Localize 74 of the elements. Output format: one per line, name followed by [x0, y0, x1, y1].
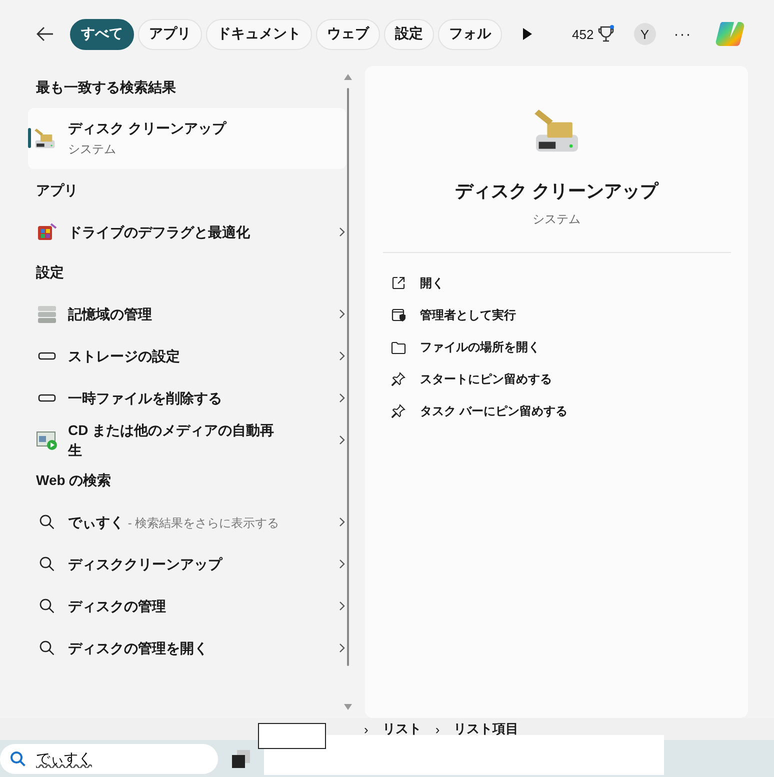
app-window-icon[interactable]: [232, 750, 250, 768]
breadcrumb-separator: ›: [364, 722, 368, 736]
result-label: 一時ファイルを削除する: [68, 389, 223, 408]
filter-tab[interactable]: フォル: [438, 18, 502, 50]
result-label: ディスクの管理を開く: [68, 639, 209, 658]
result-item[interactable]: 記憶域の管理: [28, 293, 346, 335]
chevron-right-icon: [338, 642, 346, 654]
result-title: ディスク クリーンアップ: [68, 120, 226, 138]
result-label: ストレージの設定: [68, 347, 181, 366]
drive-icon: [36, 394, 58, 402]
points-count: 452: [572, 26, 594, 42]
filter-tab[interactable]: 設定: [384, 18, 434, 50]
action-item[interactable]: ファイルの場所を開く: [391, 331, 540, 363]
pin-icon: [391, 404, 406, 418]
back-arrow-icon[interactable]: [36, 26, 54, 42]
app-type: システム: [532, 211, 580, 228]
scrollbar-thumb[interactable]: [347, 88, 349, 666]
section-heading: 設定: [34, 263, 65, 282]
search-field[interactable]: でぃすく: [0, 744, 218, 774]
chevron-right-icon: [338, 226, 346, 238]
pin-icon: [391, 372, 406, 386]
breadcrumb-separator: ›: [435, 722, 440, 736]
result-item[interactable]: ドライブのデフラグと最適化: [28, 211, 346, 253]
filter-tab[interactable]: アプリ: [138, 18, 202, 50]
action-item[interactable]: 開く: [391, 267, 444, 299]
result-item[interactable]: ディスクの管理を開く: [28, 627, 346, 669]
trophy-icon[interactable]: [598, 25, 614, 43]
result-label: ドライブのデフラグと最適化: [68, 223, 251, 242]
chevron-right-icon: [338, 350, 346, 362]
scroll-down-icon[interactable]: [344, 704, 352, 710]
app-title: ディスク クリーンアップ: [454, 180, 658, 203]
filter-tab[interactable]: すべて: [70, 18, 134, 50]
action-item[interactable]: スタートにピン留めする: [391, 363, 552, 395]
action-item[interactable]: タスク バーにピン留めする: [391, 395, 568, 427]
chevron-right-icon: [338, 392, 346, 404]
section-heading: Web の検索: [35, 471, 112, 490]
breadcrumb-item[interactable]: リスト: [382, 720, 422, 738]
chevron-right-icon: [338, 600, 346, 612]
result-type: システム: [68, 140, 117, 158]
storage-icon: [36, 303, 58, 325]
filter-tab[interactable]: ウェブ: [316, 18, 380, 50]
best-match-item[interactable]: ディスク クリーンアップ システム: [28, 108, 346, 169]
action-item[interactable]: 管理者として実行: [391, 299, 516, 331]
result-label: 記憶域の管理: [68, 305, 153, 324]
result-item[interactable]: ディスクの管理: [28, 585, 346, 627]
result-item[interactable]: ディスククリーンアップ: [28, 543, 346, 585]
chevron-right-icon: [338, 558, 346, 570]
result-item[interactable]: CD または他のメディアの自動再生: [28, 419, 346, 461]
defrag-icon: [36, 221, 58, 243]
search-icon: [10, 750, 26, 766]
scroll-up-icon[interactable]: [344, 74, 352, 80]
result-item[interactable]: ストレージの設定: [28, 335, 346, 377]
chevron-right-icon: [338, 516, 346, 528]
result-item[interactable]: でぃすく - 検索結果をさらに表示する: [28, 501, 346, 543]
open-external-icon: [391, 276, 406, 290]
result-item[interactable]: 一時ファイルを削除する: [28, 377, 346, 419]
shield-window-icon: [391, 308, 406, 322]
folder-icon: [391, 340, 406, 354]
result-label: ディスクの管理: [68, 597, 167, 616]
drive-icon: [36, 352, 58, 360]
result-label: CD または他のメディアの自動再生: [68, 421, 276, 460]
breadcrumb-item[interactable]: リスト項目: [454, 720, 519, 738]
section-heading: 最も一致する検索結果: [35, 78, 177, 97]
avatar[interactable]: Y: [634, 23, 656, 45]
chevron-right-icon: [338, 308, 346, 320]
chevron-right-icon: [338, 434, 346, 446]
filter-tab[interactable]: ドキュメント: [206, 18, 312, 50]
tooltip: [258, 723, 326, 749]
result-label: でぃすく - 検索結果をさらに表示する: [68, 512, 280, 532]
autoplay-icon: [36, 429, 58, 451]
result-label: ディスククリーンアップ: [68, 555, 224, 574]
scroll-right-icon[interactable]: [522, 28, 532, 40]
section-heading: アプリ: [35, 181, 79, 200]
more-options[interactable]: ···: [674, 26, 692, 42]
